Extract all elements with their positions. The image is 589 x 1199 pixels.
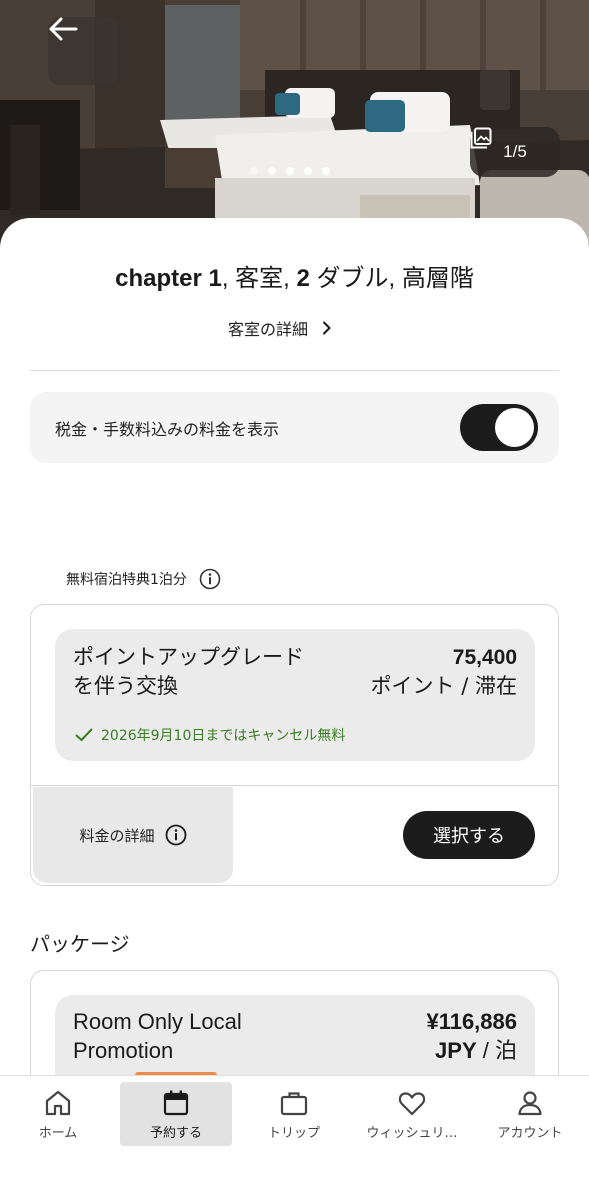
- nav-wishlist[interactable]: ウィッシュリ…: [356, 1082, 468, 1146]
- rate-offer: ポイントアップグレードを伴う交換 75,400 ポイント / 滞在 2026年9…: [55, 629, 535, 761]
- info-icon: [165, 824, 186, 846]
- nav-book[interactable]: 予約する: [120, 1082, 232, 1146]
- nav-account[interactable]: アカウント: [474, 1082, 586, 1146]
- home-icon: [45, 1090, 71, 1116]
- room-details-link[interactable]: 客室の詳細: [228, 316, 332, 340]
- rate-unit-separator: /: [476, 1038, 495, 1063]
- nav-trips-label: トリップ: [267, 1126, 320, 1141]
- nav-home-label: ホーム: [38, 1126, 78, 1141]
- select-button[interactable]: 選択する: [403, 811, 535, 859]
- room-title-middle: , 客室,: [221, 265, 297, 292]
- tax-toggle-switch[interactable]: [460, 404, 538, 451]
- rate-price-value: ¥116,886: [426, 1009, 517, 1034]
- carousel-dot[interactable]: [304, 167, 312, 175]
- toggle-knob: [495, 408, 534, 447]
- briefcase-icon: [280, 1092, 308, 1116]
- section-divider: [30, 370, 559, 371]
- room-details-label: 客室の詳細: [228, 320, 309, 339]
- gallery-icon: [470, 127, 492, 149]
- carousel-dot[interactable]: [268, 167, 276, 175]
- carousel-dot[interactable]: [322, 167, 330, 175]
- checkmark-icon: [75, 728, 93, 741]
- bottom-navigation: ホーム 予約する トリップ ウィッシュリ… アカウント: [0, 1075, 589, 1199]
- rate-unit-separator: /: [454, 674, 475, 698]
- rate-name: Room Only Local Promotion: [73, 1009, 242, 1063]
- package-section-heading: パッケージ: [30, 932, 130, 956]
- photo-gallery-button[interactable]: 1/5: [470, 127, 560, 177]
- rate-card: ポイントアップグレードを伴う交換 75,400 ポイント / 滞在 2026年9…: [30, 604, 559, 886]
- heart-icon: [398, 1092, 426, 1116]
- free-cancellation-text: 2026年9月10日まではキャンセル無料: [101, 728, 346, 744]
- room-title-prefix: chapter: [115, 265, 209, 292]
- room-title-rest: ダブル, 高層階: [309, 265, 474, 292]
- room-title-number: 1: [208, 265, 222, 292]
- free-night-heading: 無料宿泊特典1泊分: [66, 568, 221, 590]
- room-title: chapter 1, 客室, 2 ダブル, 高層階: [0, 258, 589, 293]
- info-icon[interactable]: [199, 568, 221, 590]
- carousel-dot[interactable]: [250, 167, 258, 175]
- back-button[interactable]: [48, 17, 118, 85]
- rate-details-button[interactable]: 料金の詳細: [33, 787, 233, 883]
- tax-toggle-label: 税金・手数料込みの料金を表示: [55, 420, 280, 439]
- user-icon: [518, 1091, 542, 1116]
- rate-details-label: 料金の詳細: [79, 826, 155, 845]
- rate-price: 75,400 ポイント / 滞在: [371, 643, 517, 701]
- back-arrow-icon: [49, 17, 78, 41]
- rate-unit-period: 滞在: [475, 674, 517, 698]
- tax-toggle-row: 税金・手数料込みの料金を表示: [30, 392, 559, 463]
- nav-account-label: アカウント: [497, 1126, 563, 1141]
- room-title-bed-count: 2: [296, 265, 310, 292]
- photo-counter: 1/5: [503, 142, 527, 161]
- nav-trips[interactable]: トリップ: [238, 1082, 350, 1146]
- rate-price-value: 75,400: [452, 646, 517, 669]
- nav-home[interactable]: ホーム: [2, 1082, 114, 1146]
- chevron-right-icon: [323, 321, 331, 335]
- rate-currency: JPY: [435, 1038, 477, 1063]
- rate-price: ¥116,886 JPY / 泊: [426, 1007, 517, 1065]
- rate-unit-period: 泊: [494, 1038, 517, 1063]
- carousel-dot[interactable]: [286, 167, 294, 175]
- free-cancellation-note: 2026年9月10日まではキャンセル無料: [75, 725, 345, 745]
- rate-unit: ポイント: [370, 674, 455, 698]
- card-divider: [31, 785, 558, 786]
- free-night-label: 無料宿泊特典1泊分: [66, 572, 187, 588]
- calendar-icon: [163, 1090, 189, 1116]
- nav-book-label: 予約する: [149, 1126, 202, 1141]
- room-photo-carousel[interactable]: 1/5: [0, 0, 589, 250]
- rate-name: ポイントアップグレードを伴う交換: [73, 645, 304, 698]
- carousel-dots: [250, 167, 330, 175]
- nav-wishlist-label: ウィッシュリ…: [366, 1126, 458, 1141]
